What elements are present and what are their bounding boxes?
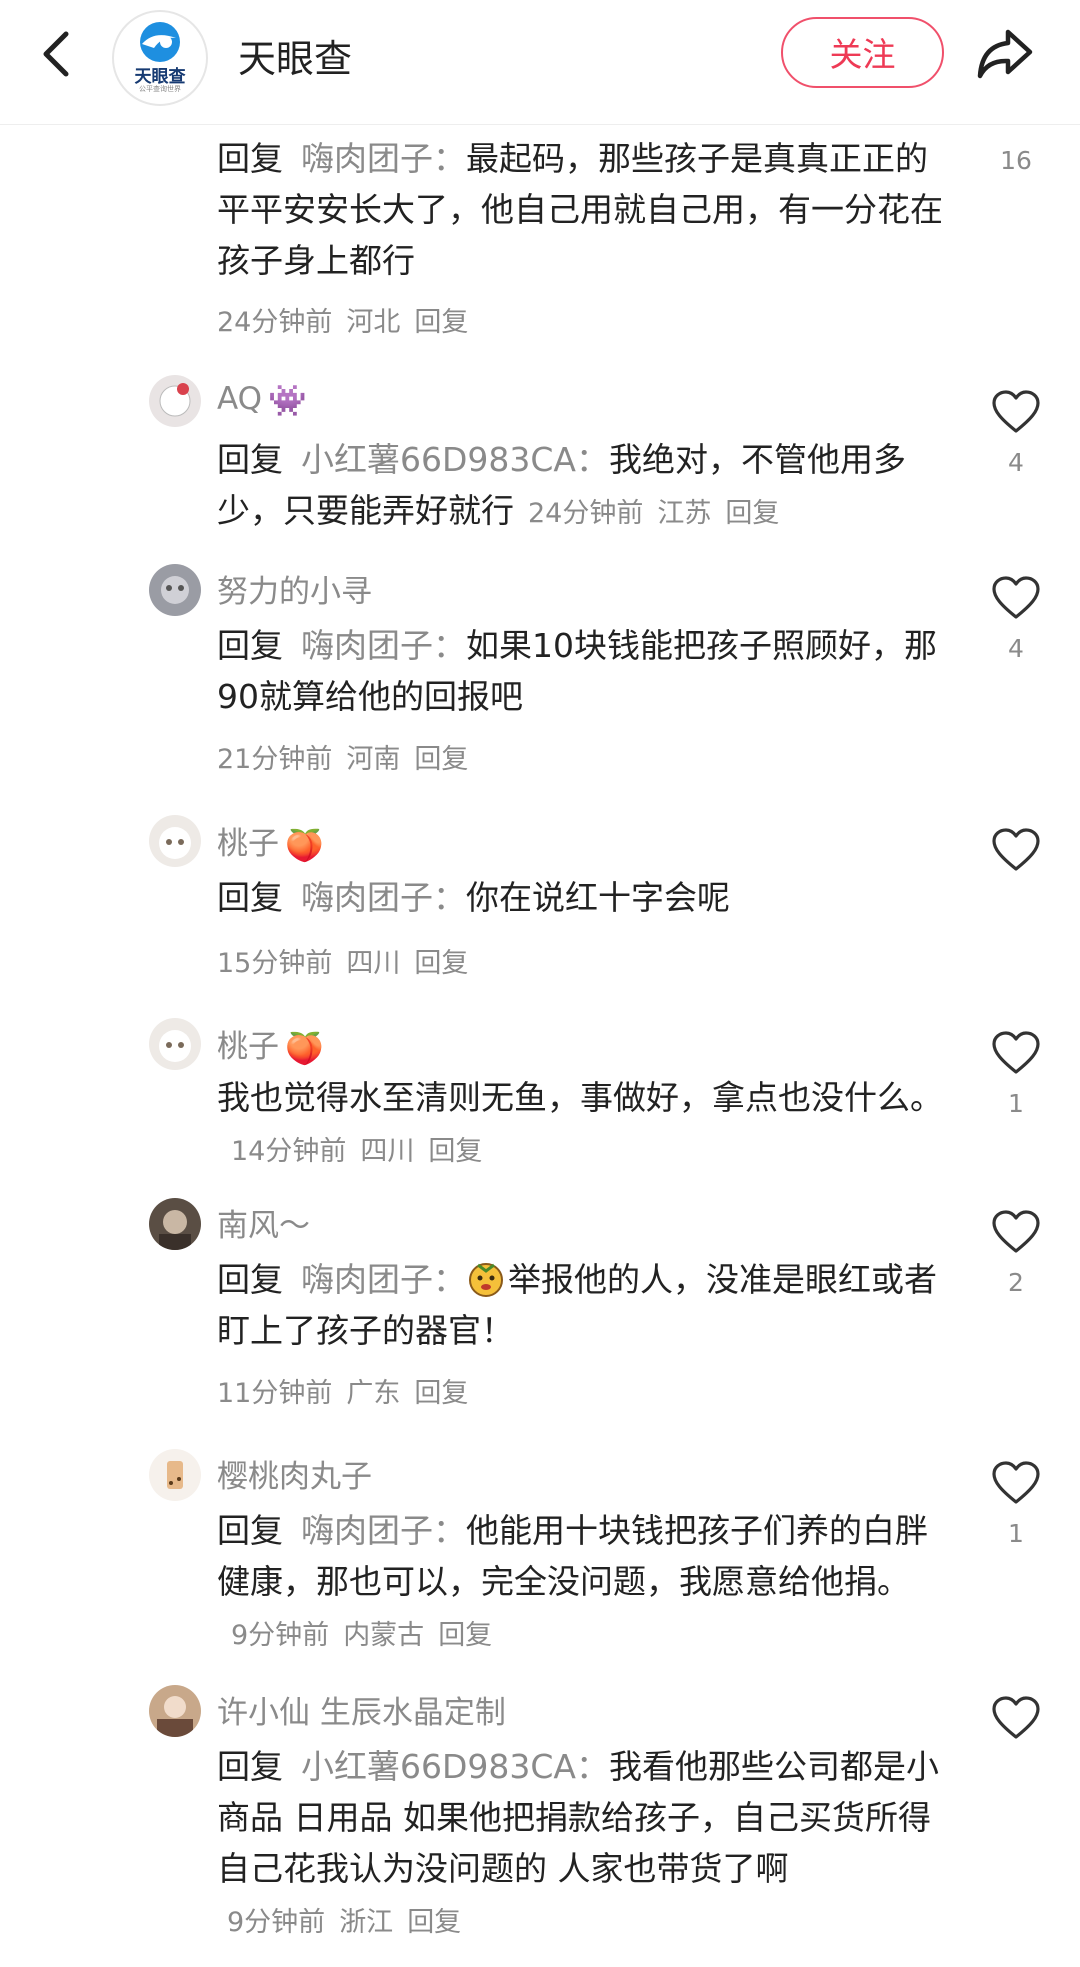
username-text: 桃子 [217, 1029, 279, 1065]
like-count: 1 [1008, 1519, 1024, 1548]
comment-body: 我也觉得水至清则无鱼，事做好，拿点也没什么。 14分钟前 四川 回复 [217, 1072, 947, 1177]
mention-user[interactable]: 嗨肉团子： [301, 626, 466, 665]
mention-user[interactable]: 嗨肉团子： [301, 1260, 466, 1299]
comment-body: 回复 小红薯66D983CA：我绝对，不管他用多少，只要能弄好就行 24分钟前 江苏回… [217, 434, 947, 539]
comment-location: 广东 [346, 1378, 401, 1409]
avatar[interactable] [149, 564, 201, 616]
account-avatar[interactable]: 天眼查 公平查询世界 [112, 10, 208, 106]
username-text: AQ [217, 381, 263, 417]
back-arrow-icon[interactable] [30, 26, 86, 82]
comment-username[interactable]: 桃子 🍑 [217, 1021, 324, 1067]
reply-prefix: 回复 [217, 1747, 283, 1786]
avatar[interactable] [149, 1449, 201, 1501]
avatar[interactable] [149, 1018, 201, 1070]
heart-icon[interactable] [991, 575, 1041, 621]
comment-body: 回复 嗨肉团子：你在说红十字会呢 [217, 872, 947, 923]
cartoon-face-sticker-icon [469, 1263, 503, 1297]
comment-meta: 15分钟前 四川 回复 [217, 941, 482, 980]
reply-button[interactable]: 回复 [414, 744, 468, 775]
comment-meta: 9分钟前 内蒙古 回复 [231, 1620, 506, 1651]
like-count: 1 [1008, 1089, 1024, 1118]
alien-monster-emoji: 👾 [268, 383, 307, 419]
mention-user[interactable]: 小红薯66D983CA： [301, 1747, 609, 1786]
comment-location: 内蒙古 [343, 1620, 425, 1651]
comment-time: 9分钟前 [227, 1907, 326, 1938]
top-bar: 天眼查 公平查询世界 天眼查 关注 [0, 0, 1080, 125]
heart-icon[interactable] [991, 1460, 1041, 1506]
reply-prefix: 回复 [217, 440, 283, 479]
comment-username[interactable]: AQ 👾 [217, 381, 307, 419]
comment-meta: 14分钟前 四川 回复 [231, 1136, 496, 1167]
comment-meta: 24分钟前 河北 回复 [217, 300, 482, 339]
comment-username[interactable]: 桃子 🍑 [217, 818, 324, 864]
reply-prefix: 回复 [217, 1511, 283, 1550]
comment-username[interactable]: 南风～ [217, 1200, 310, 1245]
comment-time: 21分钟前 [217, 744, 333, 775]
mention-user[interactable]: 嗨肉团子： [301, 1511, 466, 1550]
comment-time: 14分钟前 [231, 1136, 347, 1167]
reply-button[interactable]: 回复 [414, 948, 468, 979]
avatar[interactable] [149, 1198, 201, 1250]
comment-body: 回复 小红薯66D983CA：我看他那些公司都是小商品 日用品 如果他把捐款给孩子… [217, 1741, 947, 1948]
comment-text: 我也觉得水至清则无鱼，事做好，拿点也没什么。 [217, 1078, 943, 1117]
reply-button[interactable]: 回复 [428, 1136, 482, 1167]
comment-text: 你在说红十字会呢 [466, 878, 730, 917]
mention-user[interactable]: 嗨肉团子： [301, 139, 466, 178]
comment-username[interactable]: 许小仙 生辰水晶定制 [217, 1687, 506, 1732]
reply-prefix: 回复 [217, 139, 283, 178]
comment-body: 回复 嗨肉团子：他能用十块钱把孩子们养的白胖健康，那也可以，完全没问题，我愿意给他… [217, 1505, 947, 1661]
logo-slogan: 公平查询世界 [139, 85, 181, 93]
avatar[interactable] [149, 815, 201, 867]
comment-location: 河南 [346, 744, 401, 775]
reply-button[interactable]: 回复 [438, 1620, 492, 1651]
heart-icon[interactable] [991, 1209, 1041, 1255]
comment-body: 回复 嗨肉团子：最起码，那些孩子是真真正正的平平安安长大了，他自己用就自己用，有一… [217, 133, 947, 286]
heart-icon[interactable] [991, 1695, 1041, 1741]
comment-username[interactable]: 樱桃肉丸子 [217, 1451, 372, 1496]
comment-location: 江苏 [657, 498, 712, 529]
peach-emoji: 🍑 [285, 828, 324, 864]
reply-prefix: 回复 [217, 1260, 283, 1299]
comment-location: 河北 [346, 307, 401, 338]
reply-prefix: 回复 [217, 878, 283, 917]
comment-username[interactable]: 努力的小寻 [217, 566, 372, 611]
comment-location: 浙江 [339, 1907, 394, 1938]
peach-emoji: 🍑 [285, 1031, 324, 1067]
comment-meta: 11分钟前 广东 回复 [217, 1371, 482, 1410]
comment-body: 回复 嗨肉团子： 举报他的人，没准是眼红或者盯上了孩子的器官！ [217, 1254, 947, 1356]
avatar[interactable] [149, 1685, 201, 1737]
comment-meta: 24分钟前 江苏 回复 [528, 498, 793, 529]
mention-user[interactable]: 嗨肉团子： [301, 878, 466, 917]
heart-icon[interactable] [991, 827, 1041, 873]
like-count: 4 [1008, 634, 1024, 663]
reply-button[interactable]: 回复 [725, 498, 779, 529]
heart-icon[interactable] [991, 1030, 1041, 1076]
comment-time: 24分钟前 [217, 307, 333, 338]
comment-time: 11分钟前 [217, 1378, 333, 1409]
comment-meta: 9分钟前 浙江 回复 [227, 1907, 475, 1938]
like-count: 16 [1000, 146, 1032, 175]
username-text: 桃子 [217, 826, 279, 862]
avatar[interactable] [149, 375, 201, 427]
like-count: 4 [1008, 448, 1024, 477]
comment-location: 四川 [360, 1136, 415, 1167]
share-arrow-icon[interactable] [972, 22, 1036, 86]
comment-body: 回复 嗨肉团子：如果10块钱能把孩子照顾好，那90就算给他的回报吧 [217, 620, 947, 722]
comment-time: 9分钟前 [231, 1620, 330, 1651]
mention-user[interactable]: 小红薯66D983CA： [301, 440, 609, 479]
reply-prefix: 回复 [217, 626, 283, 665]
reply-button[interactable]: 回复 [414, 1378, 468, 1409]
reply-button[interactable]: 回复 [414, 307, 468, 338]
account-name[interactable]: 天眼查 [238, 28, 352, 83]
comment-location: 四川 [346, 948, 401, 979]
comment-meta: 21分钟前 河南 回复 [217, 737, 482, 776]
comment-time: 24分钟前 [528, 498, 644, 529]
heart-icon[interactable] [991, 389, 1041, 435]
follow-button[interactable]: 关注 [781, 17, 944, 88]
reply-button[interactable]: 回复 [407, 1907, 461, 1938]
comment-time: 15分钟前 [217, 948, 333, 979]
like-count: 2 [1008, 1268, 1024, 1297]
